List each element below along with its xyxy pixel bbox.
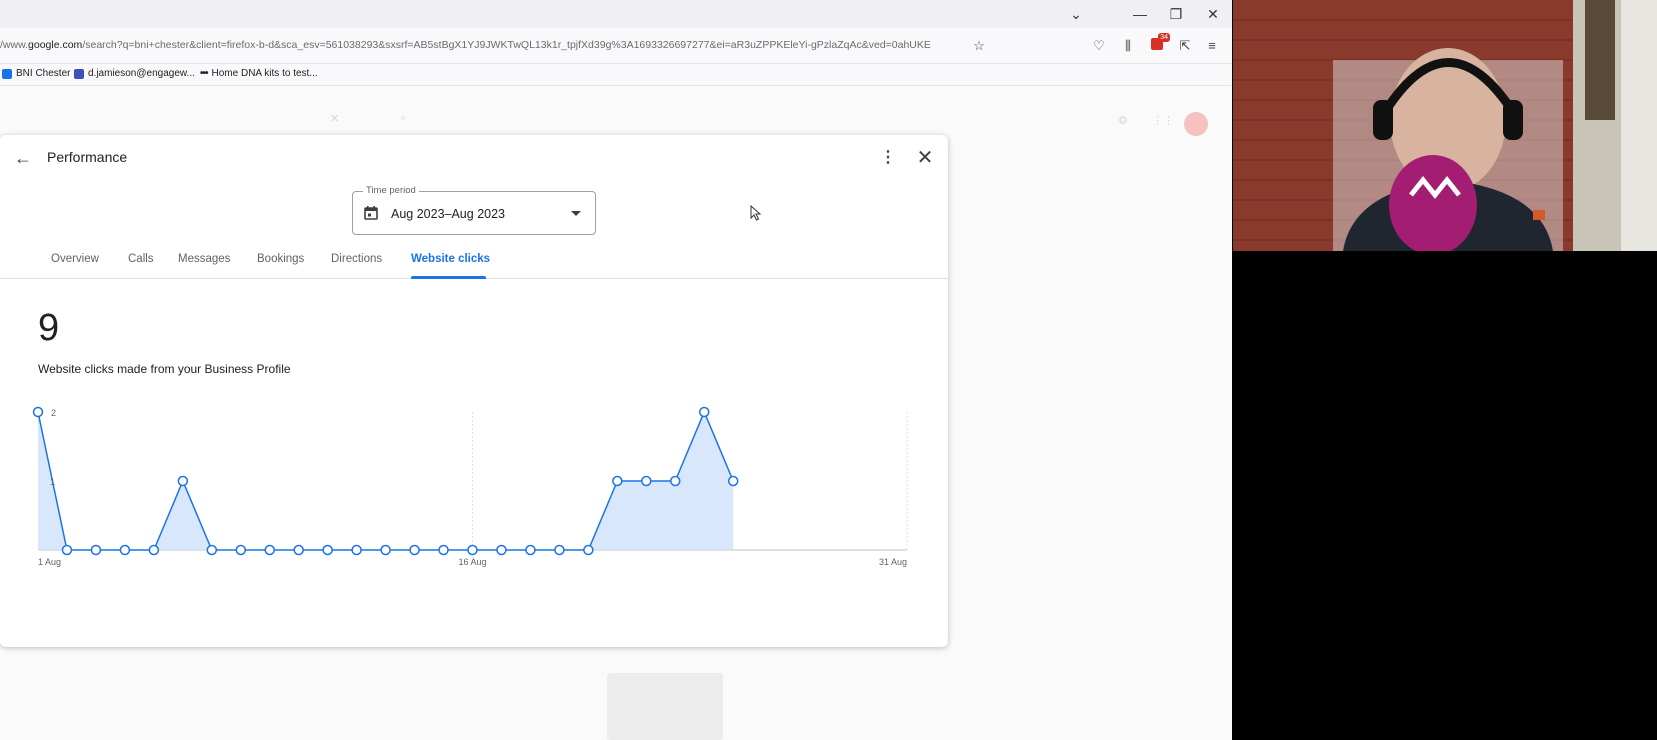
faint-search-icon: ⌕ [400, 112, 407, 124]
faint-apps-icon: ⋮⋮ [1152, 115, 1174, 127]
x-tick-label: 16 Aug [458, 557, 486, 567]
time-period-select[interactable]: Time period Aug 2023–Aug 2023 [352, 185, 596, 235]
dots-icon: ••• [200, 68, 208, 79]
bookmark-star-icon[interactable]: ☆ [970, 37, 988, 55]
data-point [525, 544, 536, 556]
data-point [322, 544, 333, 556]
data-point [206, 544, 218, 556]
x-tick-label: 31 Aug [879, 557, 907, 567]
x-tick-label: 1 Aug [38, 557, 61, 567]
data-point [61, 544, 73, 556]
bookmark-dna-kits[interactable]: ••• Home DNA kits to test... [200, 68, 318, 79]
tab-overview[interactable]: Overview [51, 253, 99, 265]
data-point [148, 544, 160, 556]
address-bar[interactable]: /www.google.com/search?q=bni+chester&cli… [0, 28, 1232, 64]
mouse-cursor-icon [750, 205, 762, 221]
data-point [380, 544, 391, 556]
share-icon[interactable]: ⇱ [1176, 37, 1194, 55]
performance-dialog: ← Performance ⋮ ✕ Time period Aug 2023–A… [0, 135, 948, 647]
tab-calls[interactable]: Calls [128, 253, 154, 265]
more-options-icon[interactable]: ⋮ [877, 147, 899, 169]
faint-settings-icon: ⚙ [1118, 115, 1128, 127]
tab-messages[interactable]: Messages [178, 253, 230, 265]
y-tick-label: 2 [51, 408, 56, 418]
active-tab-indicator [411, 276, 486, 279]
data-point [235, 544, 247, 556]
faint-avatar [1184, 112, 1208, 136]
close-dialog-icon[interactable]: ✕ [914, 147, 936, 169]
tab-directions[interactable]: Directions [331, 253, 382, 265]
tab-website-clicks[interactable]: Website clicks [411, 253, 490, 265]
data-point [698, 406, 710, 418]
data-point [467, 544, 478, 556]
data-point [612, 475, 623, 487]
faint-thumbnail [607, 673, 723, 740]
url-text[interactable]: /www.google.com/search?q=bni+chester&cli… [0, 39, 966, 51]
data-point [438, 544, 449, 556]
calendar-icon [364, 206, 378, 220]
metric-description: Website clicks made from your Business P… [38, 362, 291, 376]
data-point [177, 475, 189, 487]
time-period-value: Aug 2023–Aug 2023 [391, 207, 505, 221]
list-tabs-icon[interactable]: ⌄ [1066, 4, 1086, 24]
bookmark-email[interactable]: d.jamieson@engagew... [74, 68, 195, 79]
extensions-badge: 34 [1158, 33, 1170, 42]
data-point [641, 475, 652, 487]
data-point [32, 406, 44, 418]
data-point [119, 544, 131, 556]
dialog-title: Performance [47, 149, 128, 165]
close-window-icon[interactable]: ✕ [1203, 4, 1223, 24]
extensions-icon[interactable]: 34 [1148, 33, 1170, 55]
bookmarks-toolbar: BNI Chester d.jamieson@engagew... ••• Ho… [0, 64, 1232, 86]
tab-bookings[interactable]: Bookings [257, 253, 304, 265]
mail-icon [74, 68, 84, 79]
data-point [90, 544, 102, 556]
faint-close-icon: ✕ [330, 113, 340, 125]
data-point [264, 544, 275, 556]
data-point [554, 544, 565, 556]
library-icon[interactable]: ⫼ [1119, 37, 1137, 55]
webcam-feed [1233, 0, 1657, 251]
back-arrow-icon[interactable]: ← [12, 147, 34, 169]
minimize-icon[interactable]: — [1130, 4, 1150, 24]
bookmark-bni-chester[interactable]: BNI Chester [2, 68, 70, 79]
data-point [293, 544, 304, 556]
title-bar: ⌄ — ❐ ✕ [0, 0, 1232, 28]
data-point [409, 544, 420, 556]
metric-value: 9 [38, 307, 60, 349]
data-point [496, 544, 507, 556]
website-clicks-chart: 2 1 1 Aug 16 Aug 31 Aug [32, 406, 908, 567]
time-period-label: Time period [363, 185, 419, 196]
menu-icon[interactable]: ≡ [1203, 37, 1221, 55]
data-point [351, 544, 362, 556]
data-point [727, 475, 739, 487]
data-point [670, 475, 681, 487]
browser-window: ⌄ — ❐ ✕ /www.google.com/search?q=bni+che… [0, 0, 1232, 740]
pocket-icon[interactable]: ♡ [1090, 37, 1108, 55]
y-tick-label: 1 [50, 477, 55, 487]
performance-tabs: Overview Calls Messages Bookings Directi… [0, 243, 948, 279]
dropdown-caret-icon [571, 211, 581, 216]
bni-icon [2, 68, 12, 79]
data-point [583, 544, 594, 556]
restore-icon[interactable]: ❐ [1166, 4, 1186, 24]
